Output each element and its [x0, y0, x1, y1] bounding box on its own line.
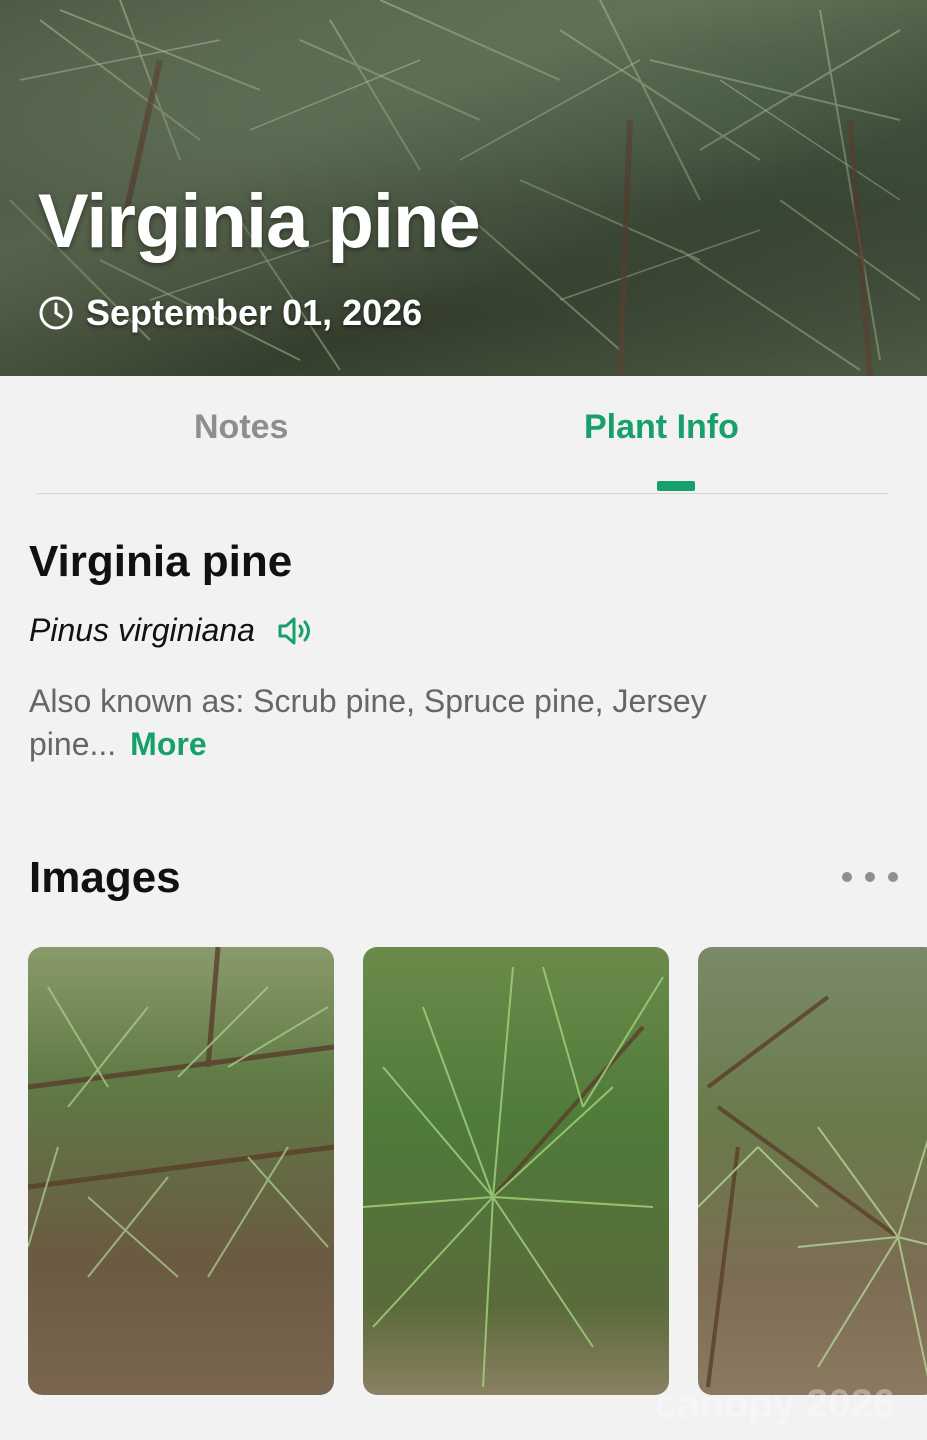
- images-section-title: Images: [29, 853, 181, 902]
- scientific-name-row: Pinus virginiana: [29, 612, 315, 649]
- plant-image-thumbnail[interactable]: [28, 947, 334, 1395]
- hero-date: September 01, 2026: [86, 292, 423, 333]
- more-dots-icon[interactable]: [842, 866, 898, 888]
- plant-scientific-name: Pinus virginiana: [29, 612, 255, 648]
- tab-plant-info[interactable]: Plant Info: [584, 408, 739, 447]
- speaker-icon[interactable]: [277, 616, 315, 646]
- plant-image-thumbnail[interactable]: [363, 947, 669, 1395]
- tab-bar: Notes Plant Info: [37, 376, 889, 494]
- also-known-as: Also known as: Scrub pine, Spruce pine, …: [29, 680, 849, 766]
- more-link[interactable]: More: [130, 726, 206, 762]
- plant-common-name: Virginia pine: [29, 537, 293, 586]
- tab-notes[interactable]: Notes: [194, 408, 288, 447]
- clock-icon: [39, 296, 73, 330]
- hero-header: Virginia pine September 01, 2026: [0, 0, 927, 376]
- plant-image-thumbnail[interactable]: [698, 947, 927, 1395]
- active-tab-indicator: [657, 481, 695, 491]
- hero-date-row: September 01, 2026: [38, 292, 422, 334]
- hero-title: Virginia pine: [38, 179, 481, 264]
- watermark: canopy 2026: [655, 1382, 896, 1426]
